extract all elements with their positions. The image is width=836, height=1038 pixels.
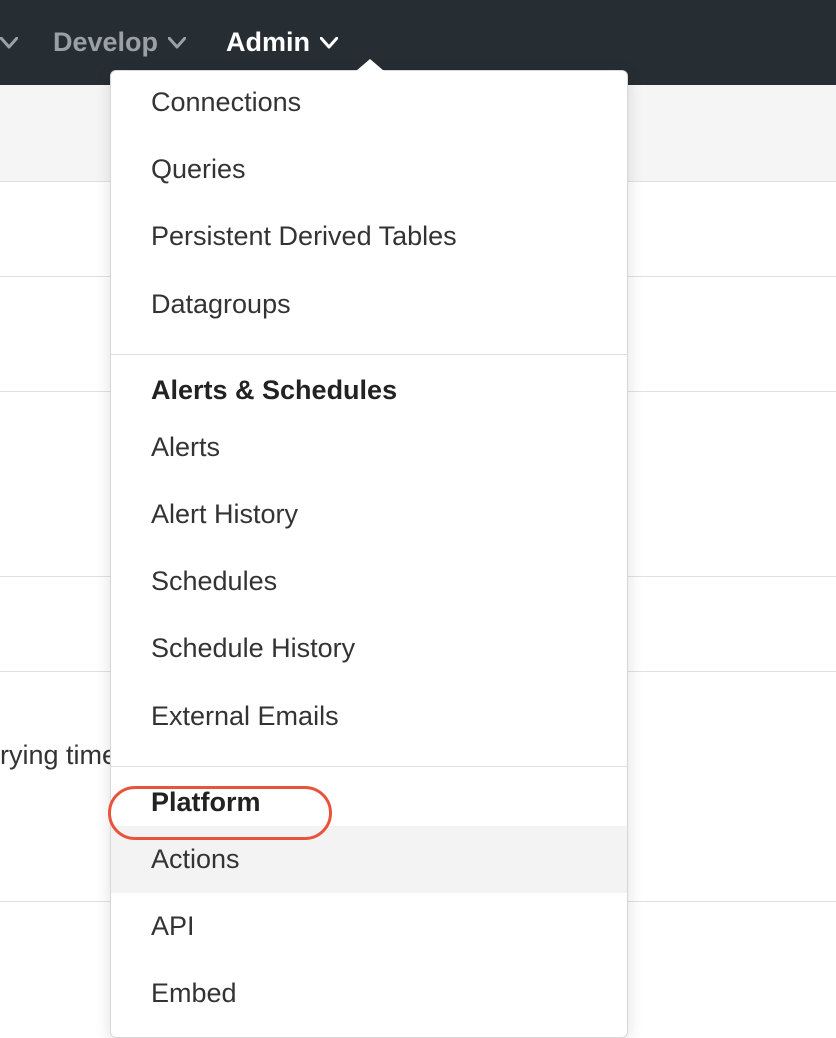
menu-item-api[interactable]: API [111, 893, 627, 960]
nav-label-develop: Develop [53, 27, 158, 58]
background-partial-text: rying time [0, 740, 117, 771]
admin-dropdown-menu: Connections Queries Persistent Derived T… [110, 70, 628, 1038]
menu-item-queries[interactable]: Queries [111, 136, 627, 203]
menu-item-schedules[interactable]: Schedules [111, 548, 627, 615]
menu-item-persistent-derived-tables[interactable]: Persistent Derived Tables [111, 203, 627, 270]
menu-item-connections[interactable]: Connections [111, 71, 627, 136]
menu-item-datagroups[interactable]: Datagroups [111, 271, 627, 338]
menu-item-actions[interactable]: Actions [111, 826, 627, 893]
section-header-alerts: Alerts & Schedules [111, 355, 627, 414]
chevron-down-icon [320, 37, 338, 49]
chevron-down-icon [168, 37, 186, 49]
nav-label-admin: Admin [226, 27, 310, 58]
menu-item-embed[interactable]: Embed [111, 960, 627, 1027]
section-header-platform: Platform [111, 767, 627, 826]
menu-item-schedule-history[interactable]: Schedule History [111, 615, 627, 682]
menu-item-external-emails[interactable]: External Emails [111, 683, 627, 750]
menu-item-alert-history[interactable]: Alert History [111, 481, 627, 548]
menu-item-alerts[interactable]: Alerts [111, 414, 627, 481]
nav-item-partial[interactable] [0, 0, 33, 85]
chevron-down-icon [0, 37, 18, 49]
